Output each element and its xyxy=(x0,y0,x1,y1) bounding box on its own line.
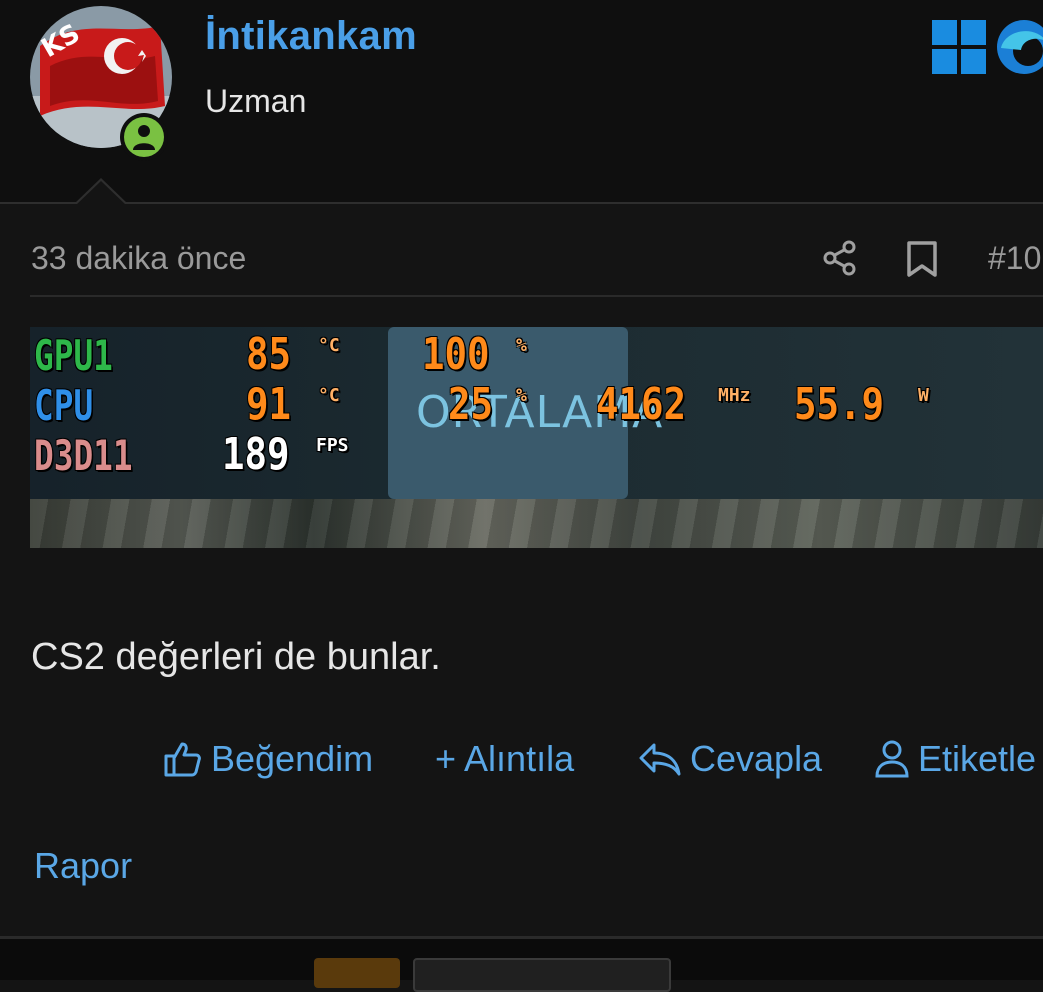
game-scene-strip xyxy=(30,499,1043,548)
cpu-temp-unit: °C xyxy=(318,385,340,406)
cpu-power: 55.9 xyxy=(794,379,885,430)
gpu-temp: 85 xyxy=(246,329,292,380)
post-number-link[interactable]: #10 xyxy=(988,240,1041,277)
cpu-temp: 91 xyxy=(246,379,292,430)
like-label: Beğendim xyxy=(211,738,374,779)
report-link[interactable]: Rapor xyxy=(34,845,132,887)
gpu-load-unit: % xyxy=(516,335,527,356)
cpu-clock-unit: MHz xyxy=(718,385,751,406)
fps-unit: FPS xyxy=(316,435,349,456)
fps-value: 189 xyxy=(222,429,290,480)
reply-button[interactable]: Cevapla xyxy=(638,735,822,783)
next-post-element[interactable] xyxy=(413,958,671,992)
cpu-clock: 4162 xyxy=(596,379,687,430)
online-status-icon xyxy=(120,113,168,161)
header-divider xyxy=(0,202,1043,204)
user-icon xyxy=(875,740,909,778)
api-label: D3D11 xyxy=(34,431,133,480)
windows-icon xyxy=(932,20,986,74)
reply-label: Cevapla xyxy=(690,738,823,779)
quote-label: + Alıntıla xyxy=(435,738,575,779)
username[interactable]: İntikankam xyxy=(205,14,417,59)
quote-button[interactable]: + Alıntıla xyxy=(435,735,574,783)
edge-browser-icon xyxy=(995,18,1043,76)
cpu-label: CPU xyxy=(34,381,94,430)
next-post-avatar[interactable] xyxy=(314,958,400,988)
cpu-power-unit: W xyxy=(918,385,929,406)
gpu-temp-unit: °C xyxy=(318,335,340,356)
tag-button[interactable]: Etiketle xyxy=(874,735,1036,783)
share-icon[interactable] xyxy=(822,240,858,276)
gpu-load: 100 xyxy=(422,329,490,380)
cpu-load: 25 xyxy=(448,379,494,430)
thumbs-up-icon xyxy=(164,742,201,777)
reply-icon xyxy=(639,743,681,776)
tag-label: Etiketle xyxy=(918,738,1037,779)
user-title: Uzman xyxy=(205,83,307,119)
post-timestamp[interactable]: 33 dakika önce xyxy=(31,240,246,277)
bookmark-icon[interactable] xyxy=(905,240,939,278)
cpu-load-unit: % xyxy=(516,385,527,406)
game-overlay-screenshot[interactable]: ORTALAMA GPU1 85 °C 100 % CPU 91 °C 25 %… xyxy=(30,327,1043,548)
gpu-label: GPU1 xyxy=(34,331,113,380)
post-body-text: CS2 değerleri de bunlar. xyxy=(31,636,441,678)
meta-divider xyxy=(30,295,1043,297)
like-button[interactable]: Beğendim xyxy=(163,735,373,783)
